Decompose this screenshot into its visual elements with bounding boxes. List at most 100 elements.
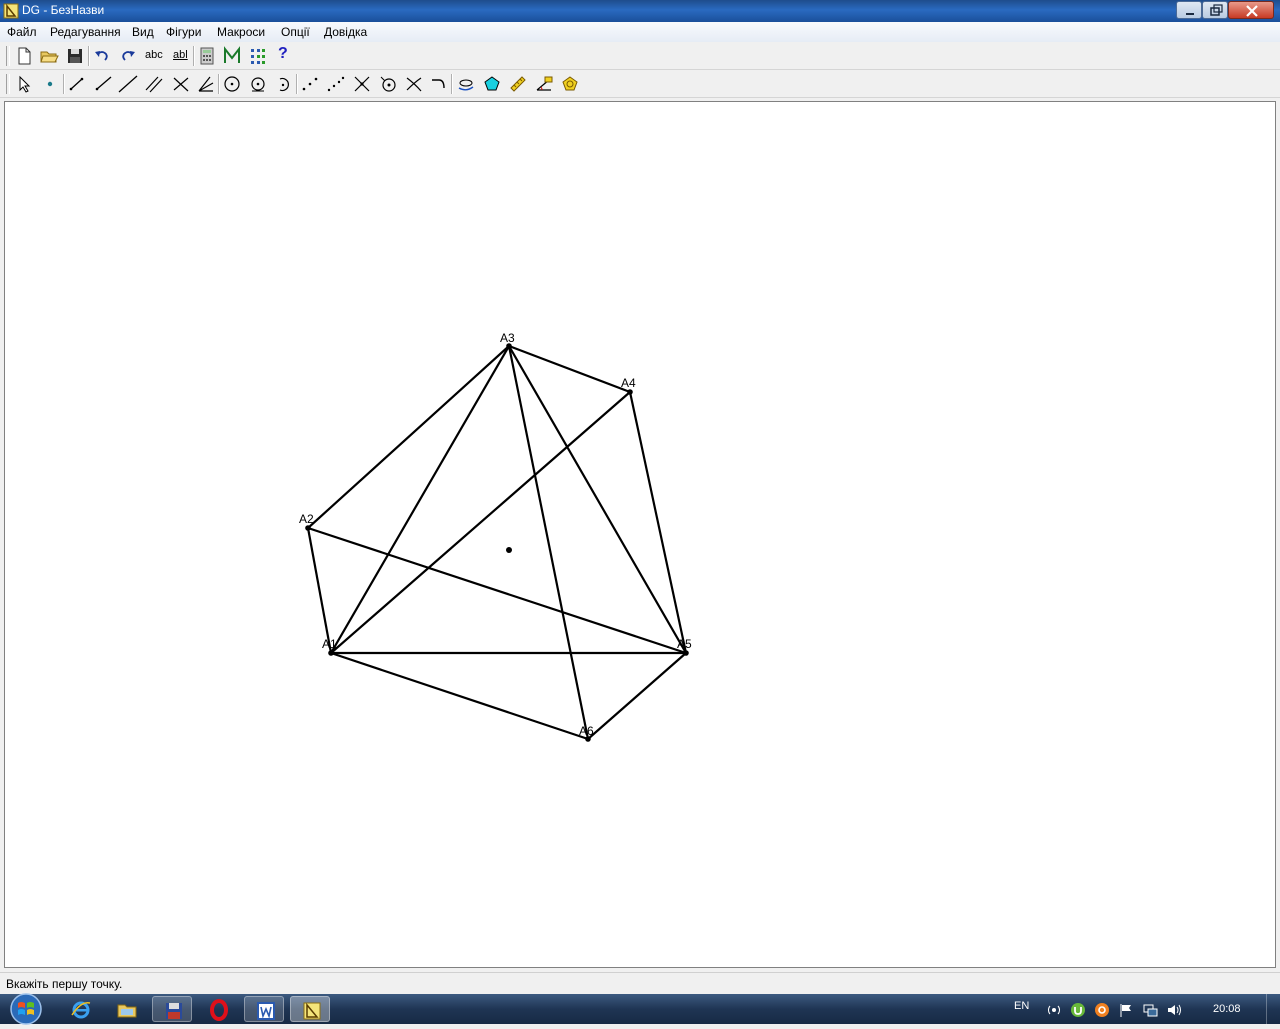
new-file-icon <box>18 47 31 65</box>
menu-macros[interactable]: Макроси <box>217 25 265 39</box>
measure-tool-button[interactable] <box>508 74 528 94</box>
point-a1[interactable] <box>328 650 334 656</box>
segment-tool-button[interactable] <box>67 74 87 94</box>
segment-a2-a3[interactable] <box>307 345 510 529</box>
status-text: Вкажіть першу точку. <box>6 977 123 991</box>
area-measure-button[interactable] <box>560 74 580 94</box>
parallel-lines-icon <box>145 76 163 93</box>
divide-segment-button[interactable] <box>326 74 346 94</box>
taskbar-dg[interactable] <box>290 996 330 1022</box>
midpoint-tool-button[interactable] <box>300 74 320 94</box>
line-circle-intersection-button[interactable] <box>404 74 424 94</box>
menu-view[interactable]: Вид <box>132 25 154 39</box>
angle-bisector-button[interactable] <box>196 74 216 94</box>
circle-tool-button[interactable] <box>222 74 242 94</box>
close-button[interactable] <box>1228 1 1274 19</box>
label-a6: A6 <box>579 724 594 738</box>
undo-button[interactable] <box>92 46 112 66</box>
point-a5[interactable] <box>683 650 689 656</box>
ray-tool-button[interactable] <box>93 74 113 94</box>
polygon-icon <box>484 76 500 91</box>
segment-a4-a5[interactable] <box>628 391 688 654</box>
redo-button[interactable] <box>118 46 138 66</box>
segment-a6-a1[interactable] <box>330 651 589 741</box>
updater-icon[interactable] <box>1094 1002 1110 1018</box>
polygon-tool-button[interactable] <box>482 74 502 94</box>
line-tool-button[interactable] <box>118 74 138 94</box>
segment-a5-a6[interactable] <box>587 652 687 740</box>
segment-a1-a4[interactable] <box>330 391 631 654</box>
segment-a3-a5[interactable] <box>508 345 687 654</box>
menu-file[interactable]: Файл <box>7 25 37 39</box>
parallel-line-button[interactable] <box>144 74 164 94</box>
segment-a3-a4[interactable] <box>508 344 631 394</box>
calculator-button[interactable] <box>197 46 217 66</box>
arrow-cursor-icon <box>19 75 31 93</box>
show-desktop-button[interactable] <box>1266 994 1280 1024</box>
taskbar-floppy-app[interactable] <box>152 996 192 1022</box>
help-button[interactable]: ? <box>278 45 288 63</box>
segment-a1-a3[interactable] <box>330 345 510 654</box>
toolbar-separator <box>63 74 65 94</box>
intersection-icon <box>354 76 370 92</box>
start-button[interactable] <box>6 992 46 1026</box>
menu-options[interactable]: Опції <box>281 25 310 39</box>
arc-tool-button[interactable] <box>274 74 294 94</box>
center-point-button[interactable] <box>378 74 398 94</box>
restore-button[interactable] <box>1202 1 1228 19</box>
taskbar-explorer[interactable] <box>106 996 146 1022</box>
angle-measure-button[interactable] <box>534 74 554 94</box>
locus-icon <box>458 79 474 91</box>
circle-radius-button[interactable] <box>248 74 268 94</box>
undo-icon <box>95 51 108 61</box>
segment-a2-a5[interactable] <box>307 526 687 655</box>
point-icon <box>47 81 53 87</box>
menu-help[interactable]: Довідка <box>324 25 367 39</box>
tangent-button[interactable] <box>429 74 449 94</box>
locus-tool-button[interactable] <box>456 74 476 94</box>
open-file-button[interactable] <box>39 46 59 66</box>
macro-button[interactable] <box>222 46 242 66</box>
volume-icon[interactable] <box>1166 1002 1182 1018</box>
window-title: DG - БезНазви <box>22 3 105 17</box>
taskbar-word[interactable] <box>244 996 284 1022</box>
minimize-button[interactable] <box>1176 1 1202 19</box>
label-a5: A5 <box>677 637 692 651</box>
network-icon[interactable] <box>1142 1002 1158 1018</box>
label-a1: A1 <box>322 637 337 651</box>
angle-measure-icon <box>536 76 553 91</box>
perpendicular-line-button[interactable] <box>171 74 191 94</box>
language-indicator[interactable]: EN <box>1014 1000 1029 1012</box>
network-broadcast-icon[interactable] <box>1046 1002 1062 1018</box>
windows-orb-icon <box>10 993 42 1025</box>
point-center[interactable] <box>506 547 512 553</box>
word-icon <box>257 1002 275 1020</box>
status-bar: Вкажіть першу точку. <box>0 972 1280 995</box>
text-tool-abl[interactable]: abl <box>173 49 188 61</box>
intersection-button[interactable] <box>352 74 372 94</box>
segment-a1-a2[interactable] <box>306 527 333 654</box>
toolbar-separator <box>193 46 195 66</box>
toolbar-grip[interactable] <box>6 46 10 66</box>
select-tool-button[interactable] <box>14 74 34 94</box>
new-file-button[interactable] <box>14 46 34 66</box>
segment-a3-a6[interactable] <box>507 345 590 740</box>
open-folder-icon <box>40 51 59 63</box>
toolbar-grip[interactable] <box>6 74 10 94</box>
point-tool-button[interactable] <box>40 74 60 94</box>
point-a4[interactable] <box>627 389 633 395</box>
menu-edit[interactable]: Редагування <box>50 25 121 39</box>
point-a2[interactable] <box>305 525 311 531</box>
drawing-canvas[interactable]: A1 A2 A3 A4 A5 A6 <box>4 101 1276 968</box>
menu-figures[interactable]: Фігури <box>166 25 201 39</box>
save-button[interactable] <box>65 46 85 66</box>
taskbar-opera[interactable] <box>198 996 238 1022</box>
utorrent-icon[interactable] <box>1070 1002 1086 1018</box>
text-tool-abc[interactable]: abc <box>145 49 163 61</box>
clock[interactable]: 20:08 <box>1213 1003 1241 1015</box>
grid-button[interactable] <box>248 46 268 66</box>
taskbar-internet-explorer[interactable] <box>60 996 100 1022</box>
action-center-flag-icon[interactable] <box>1118 1002 1134 1018</box>
toolbar-separator <box>88 46 90 66</box>
midpoint-icon <box>302 77 318 91</box>
